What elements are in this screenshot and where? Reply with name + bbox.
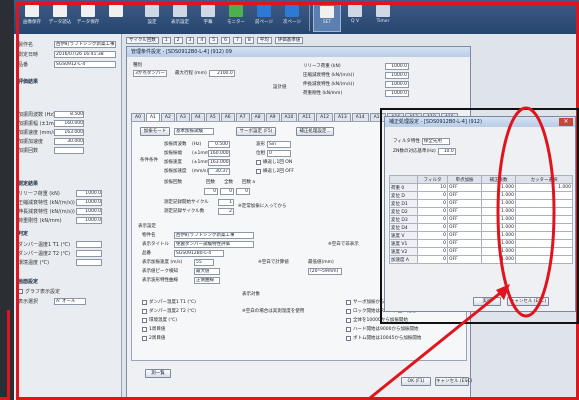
annotation-svg (369, 106, 556, 400)
red-arrow-shaft (369, 288, 505, 400)
application-window: 画像保存 データ読込 データ保存 設定 表示設定 字幕 モニター 前ページ 次ペ… (14, 0, 579, 400)
left-red-bracket (0, 310, 10, 400)
red-highlight-ellipse (496, 106, 556, 318)
